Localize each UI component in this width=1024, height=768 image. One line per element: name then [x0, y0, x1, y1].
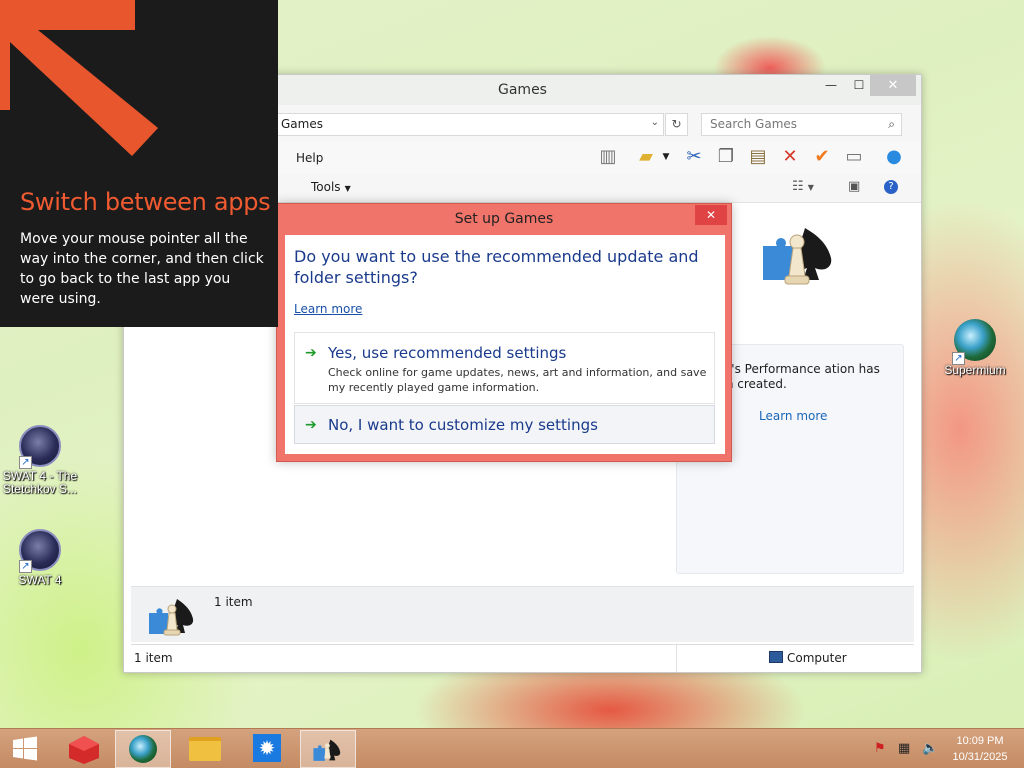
option-customize-settings[interactable]: ➔ No, I want to customize my settings [294, 405, 715, 444]
switch-apps-hint: Switch between apps Move your mouse poin… [0, 0, 278, 327]
taskbar-file-explorer[interactable] [177, 730, 233, 768]
details-pane: 1 item [131, 586, 914, 642]
paste-icon[interactable]: ▤ [746, 146, 770, 168]
search-icon: ⌕ [888, 117, 895, 131]
network-icon[interactable]: ▦ [898, 742, 914, 756]
folder-options-icon[interactable]: ▰ [634, 146, 658, 168]
taskbar-weather-app[interactable]: ✹ [239, 730, 295, 768]
properties-icon[interactable]: ▭ [842, 146, 866, 168]
view-options-icon[interactable]: ☷ ▼ [792, 178, 814, 196]
tools-menu[interactable]: Tools ▼ [311, 180, 351, 194]
desktop-icon-label: SWAT 4 - The Stetchkov S... [2, 469, 78, 496]
status-bar: 1 item Computer [131, 644, 914, 672]
clock-time: 10:09 PM [956, 735, 1004, 747]
cut-icon[interactable]: ✂ [682, 146, 706, 168]
status-zone-label: Computer [787, 651, 847, 665]
folder-icon [189, 737, 221, 761]
hint-body: Move your mouse pointer all the way into… [20, 231, 264, 307]
search-input[interactable]: Search Games ⌕ [701, 113, 902, 136]
sun-icon: ✹ [253, 734, 281, 762]
desktop-icon-supermium[interactable]: ↗ Supermium [935, 319, 1015, 377]
setup-games-dialog: Set up Games ✕ Do you want to use the re… [276, 203, 732, 462]
globe-icon[interactable]: ● [882, 146, 906, 168]
taskbar-supermium[interactable] [115, 730, 171, 768]
start-button[interactable] [0, 730, 50, 768]
option-recommended-settings[interactable]: ➔ Yes, use recommended settings Check on… [294, 332, 715, 404]
dialog-question: Do you want to use the recommended updat… [294, 247, 699, 287]
shortcut-arrow-icon: ↗ [19, 560, 32, 573]
hint-title: Switch between apps [20, 188, 271, 216]
chevron-down-icon[interactable]: ▼ [660, 146, 672, 168]
supermium-icon [129, 735, 157, 763]
taskbar-games[interactable] [300, 730, 356, 768]
close-button[interactable]: ✕ [870, 75, 916, 96]
preview-pane-icon[interactable]: ▣ [848, 178, 860, 196]
supermium-icon: ↗ [952, 319, 996, 365]
computer-icon [769, 651, 783, 663]
option-recommended-label: Yes, use recommended settings [328, 344, 567, 362]
option-recommended-description: Check online for game updates, news, art… [328, 366, 707, 394]
status-separator [676, 645, 677, 672]
windows-logo-icon [13, 736, 37, 761]
games-chess-puzzle-icon [313, 739, 341, 761]
shortcut-arrow-icon: ↗ [952, 352, 965, 365]
dialog-close-button[interactable]: ✕ [695, 205, 727, 225]
close-icon: ✕ [705, 208, 717, 222]
taskbar-app-launcher[interactable] [56, 730, 112, 768]
layout-pane-icon[interactable]: ▥ [596, 146, 620, 168]
chevron-down-icon[interactable]: ⌄ [651, 117, 659, 128]
action-center-flag-icon[interactable]: ⚑ [874, 742, 890, 756]
details-item-count: 1 item [214, 595, 253, 609]
shortcut-arrow-icon: ↗ [19, 456, 32, 469]
volume-muted-icon[interactable]: 🔈 [922, 742, 938, 756]
option-customize-label: No, I want to customize my settings [328, 416, 598, 434]
copy-icon[interactable]: ❐ [714, 146, 738, 168]
refresh-button[interactable]: ↻ [665, 113, 688, 136]
green-arrow-icon: ➔ [305, 417, 317, 433]
performance-learn-more-link[interactable]: Learn more [759, 409, 827, 423]
taskbar-clock[interactable]: 10:09 PM 10/31/2025 [940, 733, 1020, 765]
dialog-title: Set up Games [454, 211, 554, 227]
swat4-icon: ↗ [19, 425, 61, 469]
games-chess-puzzle-icon [763, 228, 832, 285]
dialog-learn-more-link[interactable]: Learn more [294, 302, 362, 316]
status-item-count: 1 item [134, 651, 173, 665]
desktop-icon-swat4[interactable]: ↗ SWAT 4 [0, 529, 80, 587]
dialog-body: Do you want to use the recommended updat… [285, 235, 725, 454]
address-text: Games [281, 117, 323, 131]
corner-arrow-icon [0, 0, 158, 156]
status-zone: Computer [769, 651, 847, 665]
desktop-icon-swat4-stetchkov[interactable]: ↗ SWAT 4 - The Stetchkov S... [0, 425, 80, 496]
desktop-icon-label: SWAT 4 [18, 573, 62, 587]
chevron-down-icon: ▼ [344, 184, 351, 193]
games-chess-puzzle-icon [149, 599, 194, 636]
checkmark-icon[interactable]: ✔ [810, 146, 834, 168]
swat4-icon: ↗ [19, 529, 61, 573]
delete-icon[interactable]: ✕ [778, 146, 802, 168]
tools-label: Tools [311, 180, 341, 194]
taskbar: ✹ ⚑ ▦ 🔈 10:09 PM 10/31/2025 [0, 728, 1024, 768]
refresh-icon: ↻ [671, 117, 682, 131]
menu-help[interactable]: Help [296, 151, 323, 165]
clock-date: 10/31/2025 [952, 751, 1008, 763]
help-icon[interactable]: ? [884, 180, 898, 194]
desktop-icon-label: Supermium [944, 363, 1006, 377]
search-placeholder: Search Games [710, 117, 798, 131]
red-box-app-icon [69, 736, 99, 764]
green-arrow-icon: ➔ [305, 345, 317, 361]
address-bar[interactable]: Games ⌄ [274, 113, 664, 136]
